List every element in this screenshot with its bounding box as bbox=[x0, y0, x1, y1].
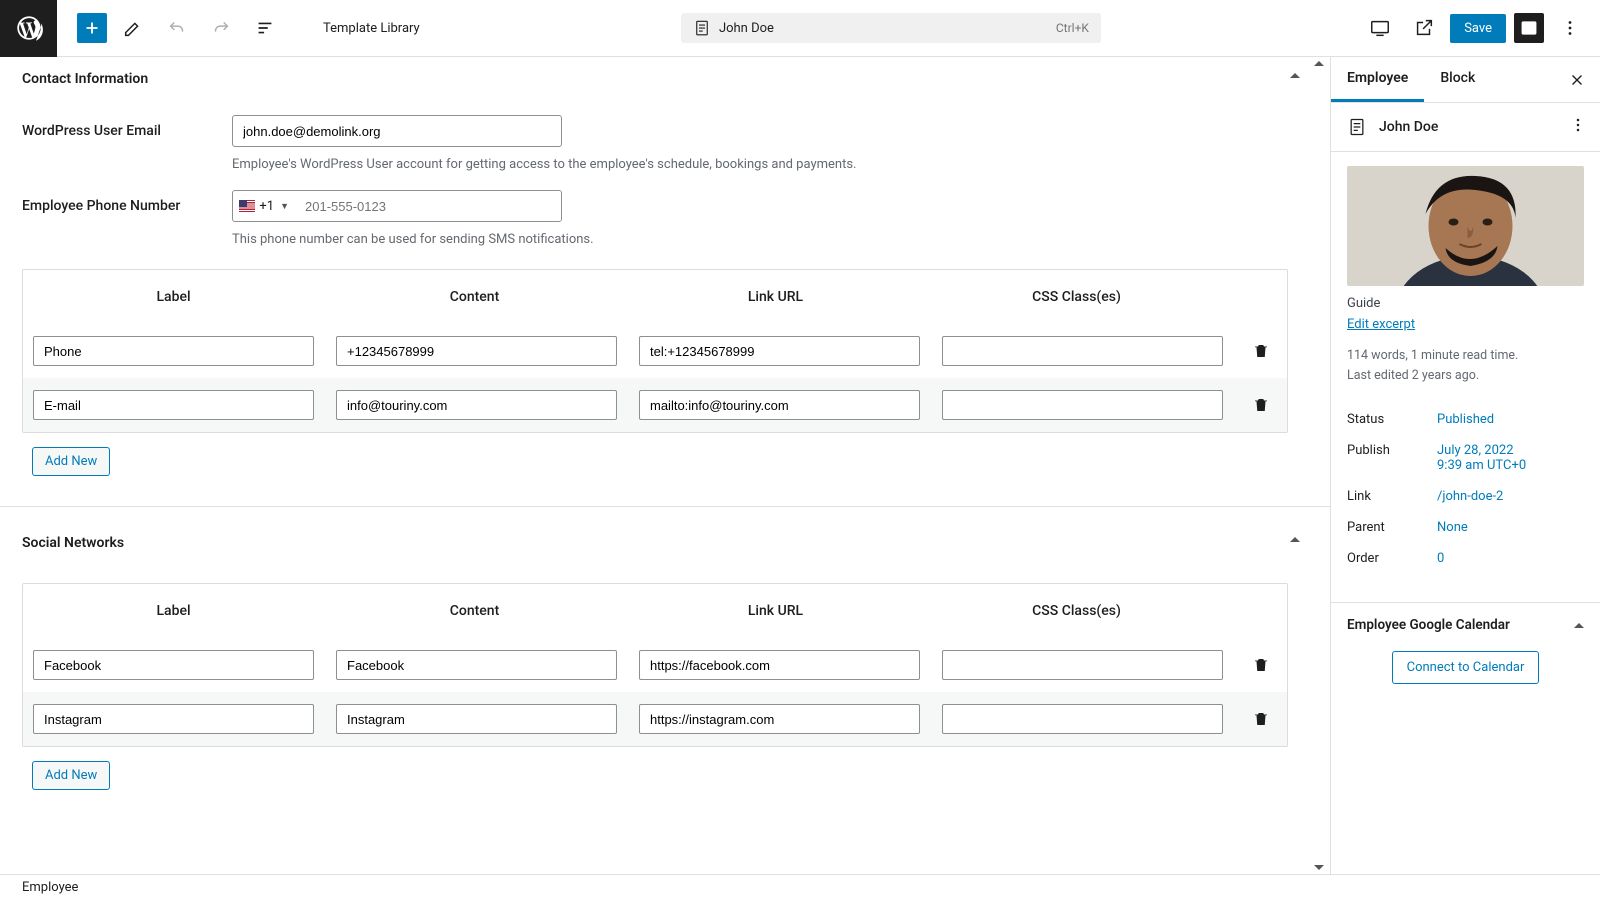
row-link-input[interactable] bbox=[639, 390, 920, 420]
row-content-input[interactable] bbox=[336, 336, 617, 366]
edit-tool-button[interactable] bbox=[115, 10, 151, 46]
col-content: Content bbox=[324, 289, 625, 305]
row-label-input[interactable] bbox=[33, 336, 314, 366]
document-overview-button[interactable] bbox=[247, 10, 283, 46]
meta-words: 114 words, 1 minute read time. bbox=[1347, 346, 1584, 366]
link-value[interactable]: /john-doe-2 bbox=[1437, 489, 1503, 504]
row-content-input[interactable] bbox=[336, 390, 617, 420]
add-new-social-button[interactable]: Add New bbox=[32, 761, 110, 790]
row-css-input[interactable] bbox=[942, 650, 1223, 680]
status-value[interactable]: Published bbox=[1437, 412, 1494, 427]
document-icon bbox=[1347, 117, 1367, 137]
save-button[interactable]: Save bbox=[1450, 14, 1506, 43]
undo-button[interactable] bbox=[159, 10, 195, 46]
shortcut-label: Ctrl+K bbox=[1056, 21, 1089, 35]
meta-edited: Last edited 2 years ago. bbox=[1347, 366, 1584, 386]
row-link-input[interactable] bbox=[639, 336, 920, 366]
tab-block[interactable]: Block bbox=[1424, 57, 1491, 102]
col-content: Content bbox=[324, 603, 625, 619]
connect-calendar-button[interactable]: Connect to Calendar bbox=[1392, 651, 1540, 684]
col-label: Label bbox=[23, 289, 324, 305]
delete-row-button[interactable] bbox=[1245, 710, 1277, 728]
section-contact-info[interactable]: Contact Information bbox=[22, 57, 1330, 97]
chevron-down-icon: ▼ bbox=[280, 201, 289, 212]
parent-value[interactable]: None bbox=[1437, 520, 1468, 535]
employee-phone-label: Employee Phone Number bbox=[22, 190, 232, 214]
wp-email-label: WordPress User Email bbox=[22, 115, 232, 139]
publish-value[interactable]: July 28, 20229:39 am UTC+0 bbox=[1437, 443, 1526, 473]
wp-email-input[interactable] bbox=[232, 115, 562, 147]
add-block-button[interactable] bbox=[77, 13, 107, 43]
row-link-input[interactable] bbox=[639, 704, 920, 734]
table-row bbox=[23, 324, 1287, 378]
scroll-down-icon bbox=[1314, 865, 1324, 870]
delete-row-button[interactable] bbox=[1245, 656, 1277, 674]
table-row bbox=[23, 378, 1287, 432]
google-calendar-panel-title[interactable]: Employee Google Calendar bbox=[1347, 617, 1584, 633]
col-label: Label bbox=[23, 603, 324, 619]
status-label: Status bbox=[1347, 412, 1437, 427]
template-library-link[interactable]: Template Library bbox=[323, 21, 420, 36]
options-menu-button[interactable] bbox=[1552, 10, 1588, 46]
table-row bbox=[23, 638, 1287, 692]
wordpress-logo[interactable] bbox=[0, 0, 57, 57]
collapse-icon bbox=[1290, 537, 1300, 542]
redo-button[interactable] bbox=[203, 10, 239, 46]
col-css: CSS Class(es) bbox=[926, 289, 1227, 305]
row-link-input[interactable] bbox=[639, 650, 920, 680]
employee-options-button[interactable] bbox=[1568, 115, 1588, 139]
section-social-networks[interactable]: Social Networks bbox=[22, 521, 1330, 561]
col-link: Link URL bbox=[625, 289, 926, 305]
order-label: Order bbox=[1347, 551, 1437, 566]
row-label-input[interactable] bbox=[33, 704, 314, 734]
us-flag-icon bbox=[239, 200, 255, 212]
trash-icon bbox=[1252, 342, 1270, 360]
edit-excerpt-link[interactable]: Edit excerpt bbox=[1347, 317, 1415, 332]
employee-role: Guide bbox=[1347, 296, 1584, 311]
view-button[interactable] bbox=[1362, 10, 1398, 46]
trash-icon bbox=[1252, 656, 1270, 674]
employee-name: John Doe bbox=[1379, 119, 1438, 135]
row-css-input[interactable] bbox=[942, 336, 1223, 366]
parent-label: Parent bbox=[1347, 520, 1437, 535]
delete-row-button[interactable] bbox=[1245, 342, 1277, 360]
col-css: CSS Class(es) bbox=[926, 603, 1227, 619]
external-link-button[interactable] bbox=[1406, 10, 1442, 46]
trash-icon bbox=[1252, 396, 1270, 414]
row-css-input[interactable] bbox=[942, 390, 1223, 420]
breadcrumb[interactable]: Employee bbox=[22, 880, 78, 895]
publish-label: Publish bbox=[1347, 443, 1437, 473]
tab-employee[interactable]: Employee bbox=[1331, 57, 1424, 102]
more-icon bbox=[1568, 115, 1588, 135]
document-title: John Doe bbox=[719, 21, 774, 36]
order-value[interactable]: 0 bbox=[1437, 551, 1444, 566]
delete-row-button[interactable] bbox=[1245, 396, 1277, 414]
add-new-contact-button[interactable]: Add New bbox=[32, 447, 110, 476]
document-title-bar[interactable]: John Doe Ctrl+K bbox=[681, 13, 1101, 43]
sidebar-toggle-button[interactable] bbox=[1514, 13, 1544, 43]
employee-phone-help: This phone number can be used for sendin… bbox=[232, 232, 932, 247]
collapse-icon bbox=[1574, 623, 1584, 628]
row-label-input[interactable] bbox=[33, 390, 314, 420]
country-code-selector[interactable]: +1 ▼ bbox=[233, 191, 295, 221]
close-sidebar-button[interactable] bbox=[1564, 67, 1590, 97]
employee-phone-input[interactable] bbox=[295, 191, 561, 221]
employee-photo[interactable] bbox=[1347, 166, 1584, 286]
row-label-input[interactable] bbox=[33, 650, 314, 680]
col-link: Link URL bbox=[625, 603, 926, 619]
link-label: Link bbox=[1347, 489, 1437, 504]
row-content-input[interactable] bbox=[336, 650, 617, 680]
collapse-icon bbox=[1290, 73, 1300, 78]
wp-email-help: Employee's WordPress User account for ge… bbox=[232, 157, 932, 172]
trash-icon bbox=[1252, 710, 1270, 728]
row-css-input[interactable] bbox=[942, 704, 1223, 734]
table-row bbox=[23, 692, 1287, 746]
row-content-input[interactable] bbox=[336, 704, 617, 734]
close-icon bbox=[1568, 71, 1586, 89]
